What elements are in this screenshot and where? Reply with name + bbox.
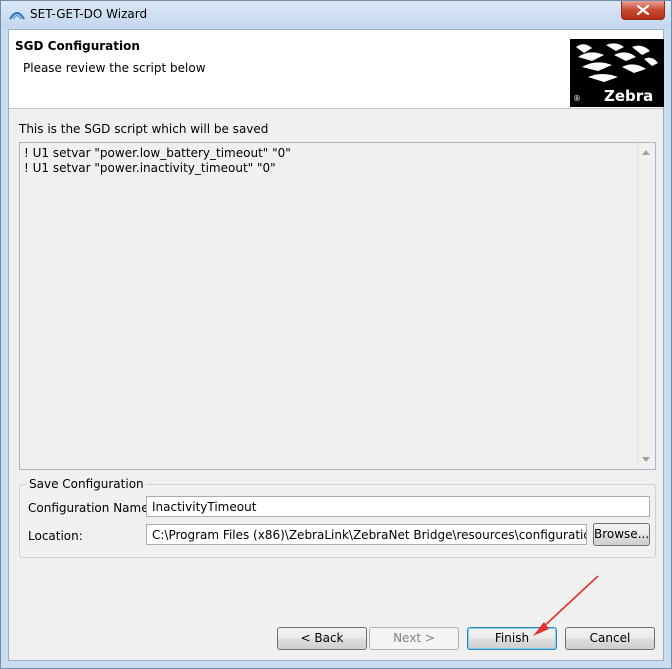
vertical-scrollbar[interactable]: [637, 143, 655, 469]
cancel-button[interactable]: Cancel: [565, 627, 655, 650]
logo-text: Zebra: [604, 87, 654, 105]
title-bar[interactable]: SET-GET-DO Wizard: [1, 1, 671, 28]
location-input[interactable]: C:\Program Files (x86)\ZebraLink\ZebraNe…: [146, 524, 587, 545]
location-label: Location:: [28, 529, 83, 543]
wizard-header: SGD Configuration Please review the scri…: [9, 30, 664, 109]
group-legend: Save Configuration: [26, 477, 147, 491]
back-button[interactable]: < Back: [277, 627, 367, 650]
next-button[interactable]: Next >: [369, 627, 459, 650]
close-icon: [637, 5, 649, 15]
window-title: SET-GET-DO Wizard: [30, 7, 148, 21]
scroll-up-icon[interactable]: [642, 150, 650, 155]
wizard-client-area: SGD Configuration Please review the scri…: [8, 29, 664, 661]
close-button[interactable]: [621, 1, 665, 20]
save-configuration-group: Save Configuration Configuration Name: I…: [19, 477, 656, 558]
script-textarea[interactable]: ! U1 setvar "power.low_battery_timeout" …: [19, 142, 656, 470]
browse-button[interactable]: Browse...: [593, 523, 650, 546]
page-subtitle: Please review the script below: [23, 61, 206, 75]
script-lines: ! U1 setvar "power.low_battery_timeout" …: [24, 146, 636, 176]
zebra-logo: ® Zebra: [570, 39, 664, 107]
registered-mark: ®: [573, 94, 581, 103]
scroll-down-icon[interactable]: [642, 457, 650, 462]
finish-button[interactable]: Finish: [467, 627, 557, 650]
script-line: ! U1 setvar "power.inactivity_timeout" "…: [24, 161, 276, 175]
configuration-name-input[interactable]: InactivityTimeout: [146, 496, 650, 517]
script-line: ! U1 setvar "power.low_battery_timeout" …: [24, 146, 291, 160]
configuration-name-label: Configuration Name:: [28, 501, 153, 515]
page-title: SGD Configuration: [15, 39, 140, 53]
script-label: This is the SGD script which will be sav…: [19, 122, 269, 136]
wizard-window: SET-GET-DO Wizard SGD Configuration Plea…: [0, 0, 672, 669]
zebra-head-icon: [576, 43, 658, 82]
wizard-app-icon: [9, 12, 25, 20]
